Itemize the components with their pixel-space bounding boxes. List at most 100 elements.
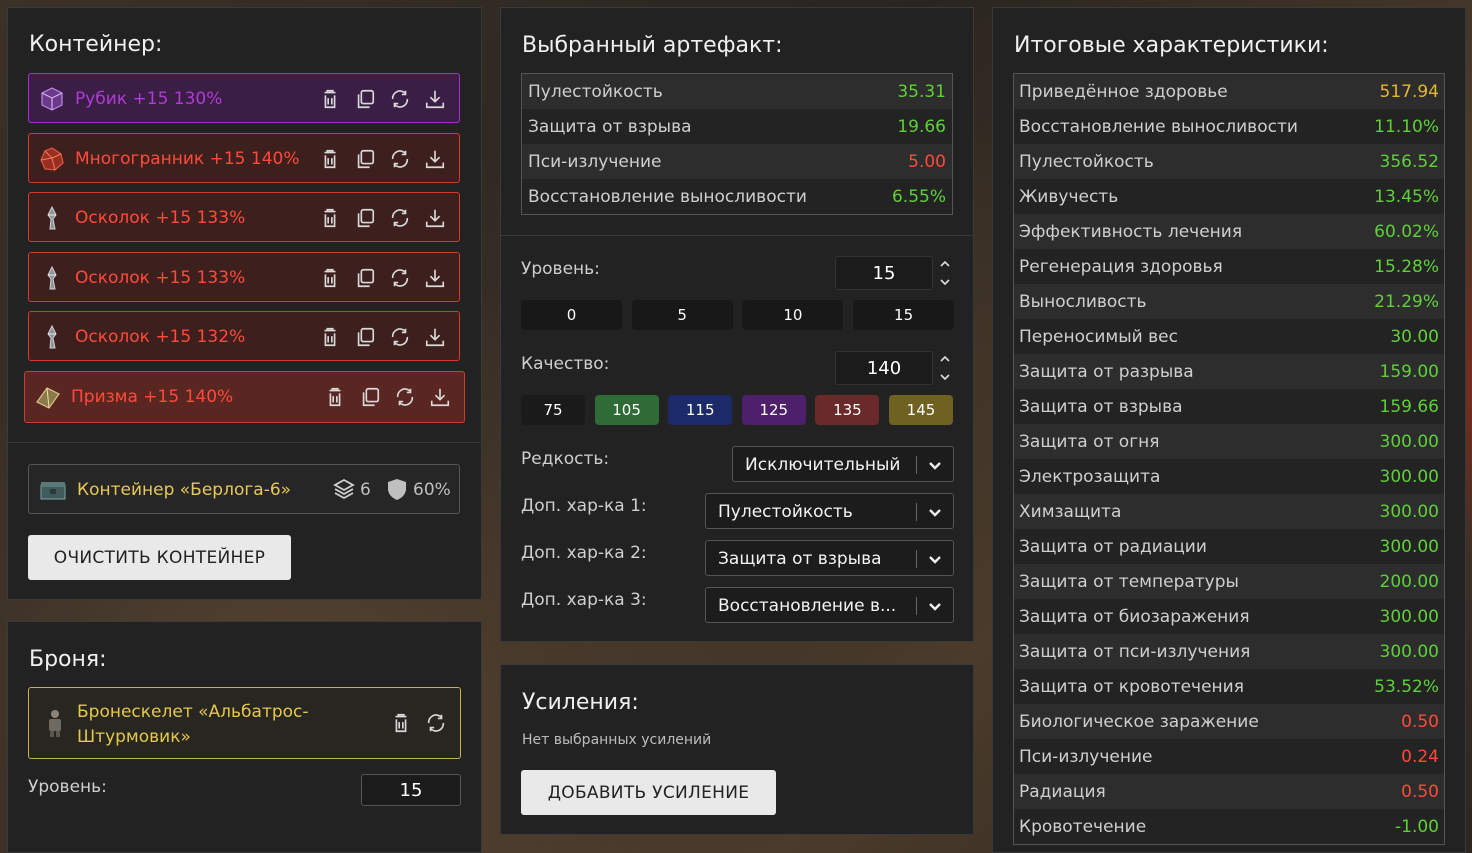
trash-icon[interactable] bbox=[318, 87, 342, 111]
stat-name: Живучесть bbox=[1019, 186, 1119, 207]
stat-value: 0.50 bbox=[1401, 781, 1439, 802]
chevron-down-icon bbox=[926, 597, 944, 615]
stat-row: Пулестойкость 35.31 bbox=[522, 74, 952, 109]
stat-value: 300.00 bbox=[1379, 536, 1439, 557]
totals-table: Приведённое здоровье 517.94 Восстановление… bbox=[1013, 73, 1445, 845]
clear-container-button[interactable]: ОЧИСТИТЬ КОНТЕЙНЕР bbox=[28, 535, 291, 580]
stat-row: Пси-излучение 5.00 bbox=[522, 144, 952, 179]
refresh-icon[interactable] bbox=[388, 325, 412, 349]
container-name: Контейнер «Берлога-6» bbox=[77, 480, 292, 500]
stat-value: 159.66 bbox=[1379, 396, 1439, 417]
armor-title: Броня: bbox=[29, 647, 107, 672]
refresh-icon[interactable] bbox=[388, 206, 412, 230]
download-icon[interactable] bbox=[423, 325, 447, 349]
level-preset-button[interactable]: 15 bbox=[853, 300, 955, 330]
stat-name: Защита от пси-излучения bbox=[1019, 641, 1251, 662]
trash-icon[interactable] bbox=[323, 385, 347, 409]
trash-icon[interactable] bbox=[318, 266, 342, 290]
shard-artifact-icon bbox=[39, 265, 65, 291]
quality-label: Качество: bbox=[521, 354, 610, 374]
stat-row: Переносимый вес 30.00 bbox=[1014, 319, 1444, 354]
stat-row: Защита от взрыва 159.66 bbox=[1014, 389, 1444, 424]
container-slots: 6 bbox=[360, 480, 371, 500]
extra2-label: Доп. хар-ка 2: bbox=[521, 543, 647, 563]
refresh-icon[interactable] bbox=[388, 87, 412, 111]
quality-preset-button[interactable]: 145 bbox=[889, 395, 953, 425]
stat-value: 0.50 bbox=[1401, 711, 1439, 732]
level-spinner-icon[interactable] bbox=[938, 257, 952, 289]
artifact-item[interactable]: Призма +15 140% bbox=[24, 371, 465, 423]
extra3-select[interactable]: Восстановление в... bbox=[705, 587, 954, 623]
extra2-select[interactable]: Защита от взрыва bbox=[705, 540, 954, 576]
armor-item[interactable]: Бронескелет «Альбатрос- Штурмовик» bbox=[28, 687, 461, 759]
trash-icon[interactable] bbox=[318, 206, 342, 230]
stat-value: 300.00 bbox=[1379, 606, 1439, 627]
trash-icon[interactable] bbox=[389, 711, 413, 735]
stat-name: Защита от взрыва bbox=[1019, 396, 1183, 417]
artifact-stats-table: Пулестойкость 35.31 Защита от взрыва 19.66 П… bbox=[521, 73, 953, 215]
artifact-item[interactable]: Многогранник +15 140% bbox=[28, 132, 460, 183]
extra1-select[interactable]: Пулестойкость bbox=[705, 493, 954, 529]
copy-icon[interactable] bbox=[353, 266, 377, 290]
quality-preset-button[interactable]: 135 bbox=[815, 395, 880, 425]
stat-name: Электрозащита bbox=[1019, 466, 1161, 487]
copy-icon[interactable] bbox=[353, 87, 377, 111]
artifact-item[interactable]: Осколок +15 132% bbox=[28, 311, 460, 362]
container-item[interactable]: Контейнер «Берлога-6» 6 60% bbox=[28, 464, 460, 514]
level-preset-button[interactable]: 10 bbox=[742, 300, 844, 330]
artifact-name: Осколок +15 133% bbox=[75, 267, 246, 288]
copy-icon[interactable] bbox=[353, 147, 377, 171]
shield-icon bbox=[386, 477, 408, 501]
stat-name: Биологическое заражение bbox=[1019, 711, 1259, 732]
refresh-icon[interactable] bbox=[388, 266, 412, 290]
stat-row: Электрозащита 300.00 bbox=[1014, 459, 1444, 494]
stat-value: -1.00 bbox=[1395, 816, 1439, 837]
stat-value: 6.55% bbox=[891, 186, 946, 207]
quality-preset-button[interactable]: 125 bbox=[741, 395, 806, 425]
stat-row: Живучесть 13.45% bbox=[1014, 179, 1444, 214]
copy-icon[interactable] bbox=[353, 206, 377, 230]
quality-preset-button[interactable]: 105 bbox=[594, 395, 659, 425]
quality-preset-button[interactable]: 115 bbox=[668, 395, 733, 425]
stat-name: Пулестойкость bbox=[528, 81, 663, 102]
stat-value: 53.52% bbox=[1374, 676, 1439, 697]
copy-icon[interactable] bbox=[358, 385, 382, 409]
level-preset-button[interactable]: 5 bbox=[631, 300, 733, 330]
artifact-item[interactable]: Осколок +15 133% bbox=[28, 251, 460, 302]
stat-row: Эффективность лечения 60.02% bbox=[1014, 214, 1444, 249]
quality-input[interactable]: 140 bbox=[835, 351, 933, 385]
refresh-icon[interactable] bbox=[393, 385, 417, 409]
stat-value: 30.00 bbox=[1390, 326, 1439, 347]
trash-icon[interactable] bbox=[318, 325, 342, 349]
download-icon[interactable] bbox=[423, 87, 447, 111]
trash-icon[interactable] bbox=[318, 147, 342, 171]
refresh-icon[interactable] bbox=[424, 711, 448, 735]
stat-row: Защита от взрыва 19.66 bbox=[522, 109, 952, 144]
artifact-item[interactable]: Осколок +15 133% bbox=[28, 192, 460, 243]
stat-value: 0.24 bbox=[1401, 746, 1439, 767]
stat-row: Защита от пси-излучения 300.00 bbox=[1014, 634, 1444, 669]
quality-preset-button[interactable]: 75 bbox=[521, 395, 585, 425]
download-icon[interactable] bbox=[423, 206, 447, 230]
artifact-name: Осколок +15 133% bbox=[75, 208, 246, 229]
quality-spinner-icon[interactable] bbox=[938, 352, 952, 384]
download-icon[interactable] bbox=[423, 266, 447, 290]
stat-row: Пси-излучение 0.24 bbox=[1014, 739, 1444, 774]
level-preset-button[interactable]: 0 bbox=[521, 300, 622, 330]
extra1-value: Пулестойкость bbox=[718, 502, 853, 522]
level-input[interactable]: 15 bbox=[835, 256, 933, 290]
refresh-icon[interactable] bbox=[388, 147, 412, 171]
stat-row: Приведённое здоровье 517.94 bbox=[1014, 74, 1444, 109]
artifact-item[interactable]: Рубик +15 130% bbox=[28, 73, 460, 123]
download-icon[interactable] bbox=[423, 147, 447, 171]
copy-icon[interactable] bbox=[353, 325, 377, 349]
armor-level-input[interactable]: 15 bbox=[361, 774, 461, 806]
rarity-select[interactable]: Исключительный bbox=[732, 446, 954, 482]
artifact-name: Осколок +15 132% bbox=[75, 327, 246, 348]
download-icon[interactable] bbox=[428, 385, 452, 409]
stat-value: 356.52 bbox=[1379, 151, 1439, 172]
container-protection: 60% bbox=[413, 480, 451, 500]
stat-name: Эффективность лечения bbox=[1019, 221, 1243, 242]
add-boost-button[interactable]: ДОБАВИТЬ УСИЛЕНИЕ bbox=[521, 770, 776, 815]
armor-name-line2: Штурмовик» bbox=[77, 727, 191, 747]
